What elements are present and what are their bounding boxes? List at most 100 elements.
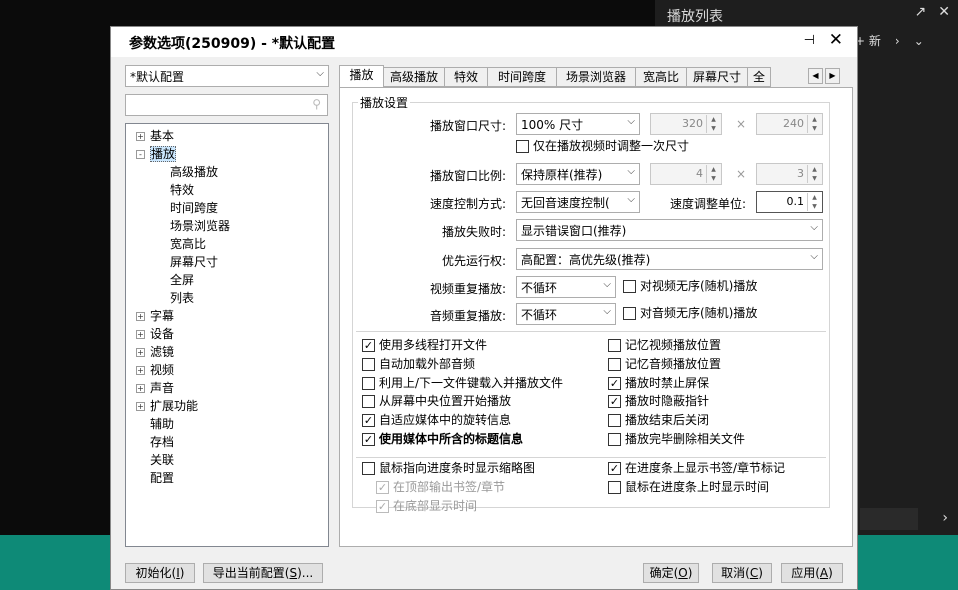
tree-item-label: 全屏 (170, 273, 195, 287)
video-repeat-select[interactable]: 不循环 ⌵ (516, 276, 616, 298)
option-checkbox[interactable]: 记忆音频播放位置 (608, 357, 721, 374)
tab-item[interactable]: 全 (747, 67, 771, 87)
profile-select[interactable]: *默认配置 ⌵ (125, 65, 329, 87)
checkbox-box (608, 357, 621, 371)
tree-item[interactable]: + 字幕 (136, 308, 174, 325)
tab-scroll-left-icon[interactable]: ◀ (808, 68, 823, 84)
expand-icon[interactable]: + (136, 330, 145, 339)
spin-arrows-icon[interactable]: ▲ ▼ (807, 115, 821, 133)
tab-item[interactable]: 宽高比 (635, 67, 687, 87)
tab-scroll-right-icon[interactable]: ▶ (825, 68, 840, 84)
times-sign: × (736, 167, 747, 181)
spin-arrows-icon[interactable]: ▲ ▼ (706, 165, 720, 183)
close-icon[interactable]: ✕ (938, 4, 950, 20)
new-playlist-button[interactable]: + 新 (855, 32, 881, 49)
expand-icon[interactable]: + (136, 348, 145, 357)
spin-arrows-icon[interactable]: ▲ ▼ (706, 115, 720, 133)
tree-item[interactable]: + 设备 (136, 326, 174, 343)
settings-tree[interactable]: + 基本 - 播放 高级播放 特效 时间跨度 场景浏览器 宽高比 屏幕尺寸全屏列表 + 字幕 + 设备 + 滤… (125, 123, 329, 547)
priority-select[interactable]: 高配置：高优先级(推荐) ⌵ (516, 248, 823, 270)
preferences-dialog: 参数选项(250909) - *默认配置 ⊣ ✕ *默认配置 ⌵ ⚲ + 基本 - 播… (110, 26, 858, 590)
option-checkbox[interactable]: ✓ 在进度条上显示书签/章节标记 (608, 461, 785, 478)
tree-item[interactable]: 关联 (136, 452, 174, 469)
video-repeat-value: 不循环 (521, 281, 558, 295)
collapse-icon[interactable]: - (136, 150, 145, 159)
tree-item[interactable]: + 扩展功能 (136, 398, 198, 415)
chevron-right-icon[interactable]: › (895, 34, 900, 48)
tab-item[interactable]: 播放 (339, 65, 384, 87)
option-checkbox[interactable]: ✓ 使用媒体中所含的标题信息 (362, 432, 523, 449)
tree-item[interactable]: 存档 (136, 434, 174, 451)
spin-arrows-icon[interactable]: ▲ ▼ (807, 193, 821, 211)
window-height-stepper[interactable]: 240 ▲ ▼ (756, 113, 823, 135)
aspect-select[interactable]: 保持原样(推荐) ⌵ (516, 163, 640, 185)
expand-icon[interactable]: + (136, 312, 145, 321)
tree-item[interactable]: + 滤镜 (136, 344, 174, 361)
option-label: 使用多线程打开文件 (379, 338, 488, 352)
option-checkbox[interactable]: ✓ 播放时禁止屏保 (608, 376, 709, 393)
speed-unit-stepper[interactable]: 0.1 ▲ ▼ (756, 191, 823, 213)
expand-icon[interactable]: + (136, 384, 145, 393)
tab-item[interactable]: 时间跨度 (487, 67, 557, 87)
tree-item[interactable]: 屏幕尺寸 (170, 254, 218, 271)
tab-item[interactable]: 高级播放 (383, 67, 445, 87)
aspect-a-stepper[interactable]: 4 ▲ ▼ (650, 163, 722, 185)
close-icon[interactable]: ✕ (829, 30, 843, 50)
tree-item[interactable]: 配置 (136, 470, 174, 487)
audio-random-checkbox[interactable]: 对音频无序(随机)播放 (623, 306, 757, 323)
export-config-button[interactable]: 导出当前配置(S)... (203, 563, 323, 583)
spin-arrows-icon[interactable]: ▲ ▼ (807, 165, 821, 183)
option-checkbox[interactable]: 鼠标在进度条上时显示时间 (608, 480, 769, 497)
fail-select[interactable]: 显示错误窗口(推荐) ⌵ (516, 219, 823, 241)
tree-item[interactable]: 宽高比 (170, 236, 206, 253)
tree-item[interactable]: 时间跨度 (170, 200, 218, 217)
aspect-b-stepper[interactable]: 3 ▲ ▼ (756, 163, 823, 185)
chevron-down-icon[interactable]: ⌄ (914, 34, 924, 48)
option-checkbox[interactable]: 自动加载外部音频 (362, 357, 475, 374)
tree-item[interactable]: - 播放 (136, 146, 177, 163)
tree-item[interactable]: 全屏 (170, 272, 194, 289)
option-checkbox[interactable]: 鼠标指向进度条时显示缩略图 (362, 461, 535, 478)
option-label: 记忆视频播放位置 (625, 338, 722, 352)
cancel-button[interactable]: 取消(C) (712, 563, 772, 583)
chevron-right-icon[interactable]: › (942, 510, 948, 526)
expand-icon[interactable]: + (136, 366, 145, 375)
speed-select[interactable]: 无回音速度控制( ⌵ (516, 191, 640, 213)
tree-item[interactable]: 列表 (170, 290, 194, 307)
audio-repeat-select[interactable]: 不循环 ⌵ (516, 303, 616, 325)
option-checkbox[interactable]: ✓ 播放时隐蔽指针 (608, 394, 709, 411)
tab-item[interactable]: 屏幕尺寸 (686, 67, 748, 87)
checkbox-box (623, 307, 636, 320)
tree-item[interactable]: 特效 (170, 182, 194, 199)
window-width-stepper[interactable]: 320 ▲ ▼ (650, 113, 722, 135)
tab-item[interactable]: 特效 (444, 67, 488, 87)
option-checkbox[interactable]: ✓ 使用多线程打开文件 (362, 338, 487, 355)
tree-item[interactable]: + 基本 (136, 128, 174, 145)
option-checkbox[interactable]: 记忆视频播放位置 (608, 338, 721, 355)
aspect-b-value: 3 (797, 167, 804, 180)
option-checkbox[interactable]: 从屏幕中央位置开始播放 (362, 394, 511, 411)
expand-icon[interactable]: + (136, 402, 145, 411)
window-size-select[interactable]: 100% 尺寸 ⌵ (516, 113, 640, 135)
expand-icon[interactable]: + (136, 132, 145, 141)
option-checkbox[interactable]: 播放完毕删除相关文件 (608, 432, 745, 449)
tree-item[interactable]: 场景浏览器 (170, 218, 230, 235)
tree-item[interactable]: 辅助 (136, 416, 174, 433)
option-checkbox[interactable]: 利用上/下一文件键载入并播放文件 (362, 376, 563, 393)
tree-item[interactable]: + 声音 (136, 380, 174, 397)
tree-item[interactable]: + 视频 (136, 362, 174, 379)
expand-icon[interactable]: ↗ (915, 4, 927, 20)
tab-item[interactable]: 场景浏览器 (556, 67, 636, 87)
option-checkbox[interactable]: 播放结束后关闭 (608, 413, 709, 430)
dialog-titlebar[interactable]: 参数选项(250909) - *默认配置 ⊣ ✕ (111, 27, 857, 57)
tree-item[interactable]: 高级播放 (170, 164, 218, 181)
pin-icon[interactable]: ⊣ (804, 33, 815, 48)
resize-once-checkbox[interactable]: 仅在播放视频时调整一次尺寸 (516, 139, 689, 156)
apply-button[interactable]: 应用(A) (781, 563, 843, 583)
init-button[interactable]: 初始化(I) (125, 563, 195, 583)
ok-button[interactable]: 确定(O) (643, 563, 699, 583)
speed-unit-value: 0.1 (786, 195, 805, 208)
search-input[interactable]: ⚲ (125, 94, 328, 116)
video-random-checkbox[interactable]: 对视频无序(随机)播放 (623, 279, 757, 296)
option-checkbox[interactable]: ✓ 自适应媒体中的旋转信息 (362, 413, 511, 430)
